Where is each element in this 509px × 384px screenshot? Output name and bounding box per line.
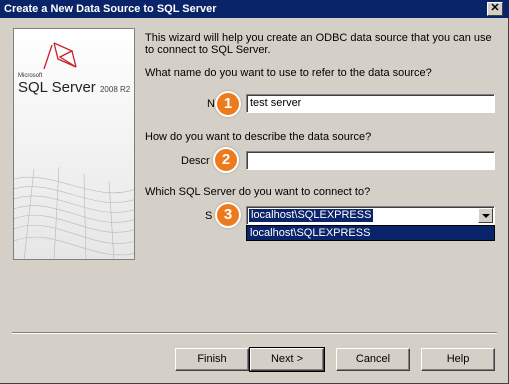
chevron-down-icon[interactable] xyxy=(478,208,493,223)
sql-server-logo-panel: Microsoft SQL Server 2008 R2 xyxy=(13,28,135,260)
finish-button[interactable]: Finish xyxy=(175,348,249,371)
description-question: How do you want to describe the data sou… xyxy=(145,131,372,143)
next-button[interactable]: Next > xyxy=(249,347,325,372)
dialog-window: Create a New Data Source to SQL Server ✕ xyxy=(0,0,509,384)
server-option[interactable]: localhost\SQLEXPRESS xyxy=(247,226,494,240)
server-dropdown-list: localhost\SQLEXPRESS xyxy=(246,225,495,241)
step-badge-1: 1 xyxy=(215,91,241,117)
separator xyxy=(12,332,497,334)
server-selected-value: localhost\SQLEXPRESS xyxy=(249,209,374,222)
product-name: SQL Server 2008 R2 xyxy=(18,79,130,96)
name-label: N xyxy=(207,98,215,110)
help-button[interactable]: Help xyxy=(421,348,495,371)
step-badge-3: 3 xyxy=(215,202,241,228)
server-label: S xyxy=(205,210,213,222)
logo-graphic xyxy=(14,29,134,259)
intro-text: This wizard will help you create an ODBC… xyxy=(145,32,492,56)
name-question: What name do you want to use to refer to… xyxy=(145,67,432,79)
name-field[interactable]: test server xyxy=(246,94,495,113)
window-title: Create a New Data Source to SQL Server xyxy=(4,3,217,15)
description-field[interactable] xyxy=(246,151,495,170)
step-badge-2: 2 xyxy=(213,147,239,173)
cancel-button[interactable]: Cancel xyxy=(336,348,410,371)
close-icon: ✕ xyxy=(490,2,500,14)
server-question: Which SQL Server do you want to connect … xyxy=(145,186,371,198)
product-version: 2008 R2 xyxy=(99,85,131,94)
product-name-text: SQL Server xyxy=(18,79,96,96)
description-label: Descr xyxy=(181,155,210,167)
server-combobox[interactable]: localhost\SQLEXPRESS xyxy=(246,206,495,225)
close-button[interactable]: ✕ xyxy=(487,2,503,16)
title-bar[interactable]: Create a New Data Source to SQL Server ✕ xyxy=(0,0,509,18)
